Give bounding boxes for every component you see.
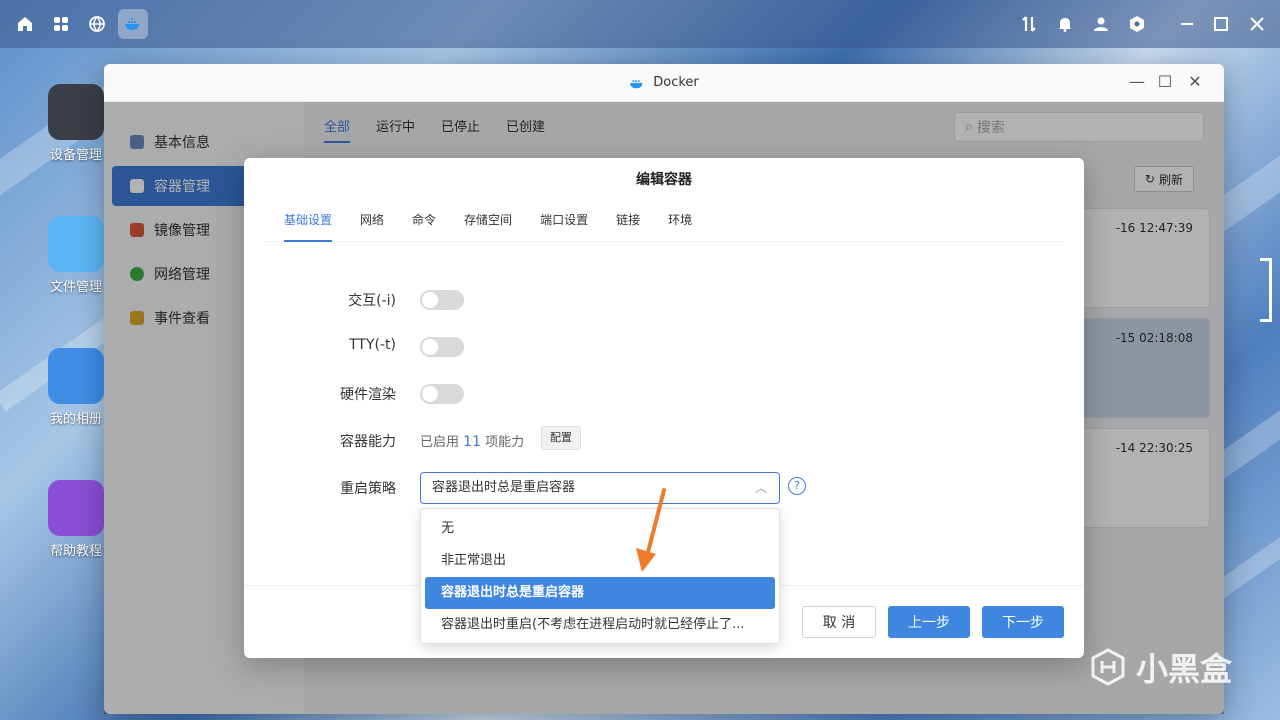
restart-policy-value: 容器退出时总是重启容器 (432, 480, 576, 495)
desktop-icon-help[interactable]: 帮助教程 (40, 480, 112, 559)
hw-render-toggle[interactable] (420, 384, 464, 404)
window-title: Docker (653, 75, 699, 90)
tty-label: TTY(-t) (349, 337, 396, 353)
tab-basic-settings[interactable]: 基础设置 (284, 208, 333, 242)
desktop-icon-label: 设备管理 (49, 148, 102, 163)
watermark-text: 小黑盒 (1136, 650, 1233, 688)
top-taskbar (0, 0, 1280, 48)
capability-prefix: 已启用 (420, 435, 460, 450)
transfer-icon[interactable] (1014, 9, 1044, 39)
restart-policy-row: 重启策略 容器退出时总是重启容器 ︿ ? (244, 472, 1084, 504)
cancel-button[interactable]: 取 消 (802, 606, 876, 638)
maximize-icon[interactable] (1206, 9, 1236, 39)
watermark-logo-icon (1091, 648, 1125, 686)
desktop-icon-label: 帮助教程 (49, 544, 102, 559)
capability-label: 容器能力 (340, 434, 396, 450)
desktop-icon-photos[interactable]: 我的相册 (40, 348, 112, 427)
tab-links[interactable]: 链接 (616, 208, 640, 242)
docker-taskbar-icon[interactable] (118, 9, 148, 39)
configure-capabilities-button[interactable]: 配置 (541, 426, 581, 450)
docker-icon (630, 79, 643, 88)
globe-icon[interactable] (82, 9, 112, 39)
apps-grid-icon[interactable] (46, 9, 76, 39)
home-icon[interactable] (10, 9, 40, 39)
restart-policy-dropdown: 无 非正常退出 容器退出时总是重启容器 容器退出时重启(不考虑在进程启动时就已经… (420, 508, 780, 644)
interactive-toggle[interactable] (420, 290, 464, 310)
photos-icon (48, 348, 104, 404)
interactive-label: 交互(-i) (348, 293, 396, 309)
close-icon[interactable] (1242, 9, 1272, 39)
minimize-icon[interactable] (1172, 9, 1202, 39)
device-manager-icon (48, 84, 104, 140)
previous-step-button[interactable]: 上一步 (888, 606, 970, 638)
bell-icon[interactable] (1050, 9, 1080, 39)
dialog-title: 编辑容器 (636, 172, 692, 188)
window-minimize-icon[interactable]: — (1126, 72, 1148, 91)
desktop-icon-label: 文件管理 (49, 280, 102, 295)
hw-render-row: 硬件渲染 (244, 382, 1084, 406)
tab-storage[interactable]: 存储空间 (464, 208, 512, 242)
folder-icon (48, 216, 104, 272)
hw-render-label: 硬件渲染 (340, 387, 396, 403)
window-maximize-icon[interactable]: ☐ (1154, 72, 1176, 91)
option-on-failure[interactable]: 非正常退出 (425, 545, 775, 577)
desktop-icon-file-manager[interactable]: 文件管理 (40, 216, 112, 295)
restart-policy-select[interactable]: 容器退出时总是重启容器 ︿ (420, 472, 780, 504)
window-titlebar: Docker — ☐ ✕ (104, 64, 1224, 102)
tab-env[interactable]: 环境 (668, 208, 692, 242)
tty-row: TTY(-t) (244, 335, 1084, 359)
next-step-button[interactable]: 下一步 (982, 606, 1064, 638)
dialog-tabs: 基础设置 网络 命令 存储空间 端口设置 链接 环境 (264, 208, 1064, 242)
decorative-bracket (1260, 258, 1272, 322)
interactive-row: 交互(-i) (244, 288, 1084, 312)
tab-command[interactable]: 命令 (412, 208, 436, 242)
option-always[interactable]: 容器退出时总是重启容器 (425, 577, 775, 609)
tab-ports[interactable]: 端口设置 (540, 208, 588, 242)
capability-row: 容器能力 已启用 11 项能力 配置 (244, 426, 1084, 453)
option-unless-stopped[interactable]: 容器退出时重启(不考虑在进程启动时就已经停止了... (425, 609, 775, 641)
window-close-icon[interactable]: ✕ (1184, 72, 1206, 91)
capability-count: 11 (463, 434, 481, 450)
watermark: 小黑盒 (1088, 644, 1232, 690)
desktop-icon-label: 我的相册 (49, 412, 102, 427)
restart-policy-label: 重启策略 (340, 481, 396, 497)
chevron-up-icon: ︿ (754, 481, 767, 495)
desktop-icon-device-manager[interactable]: 设备管理 (40, 84, 112, 163)
tty-toggle[interactable] (420, 337, 464, 357)
help-tutorial-icon (48, 480, 104, 536)
tab-network[interactable]: 网络 (360, 208, 384, 242)
settings-hex-icon[interactable] (1122, 9, 1152, 39)
capability-summary: 已启用 11 项能力 (420, 431, 524, 450)
option-none[interactable]: 无 (425, 513, 775, 545)
help-icon[interactable]: ? (788, 477, 806, 495)
capability-suffix: 项能力 (485, 435, 525, 450)
user-icon[interactable] (1086, 9, 1116, 39)
